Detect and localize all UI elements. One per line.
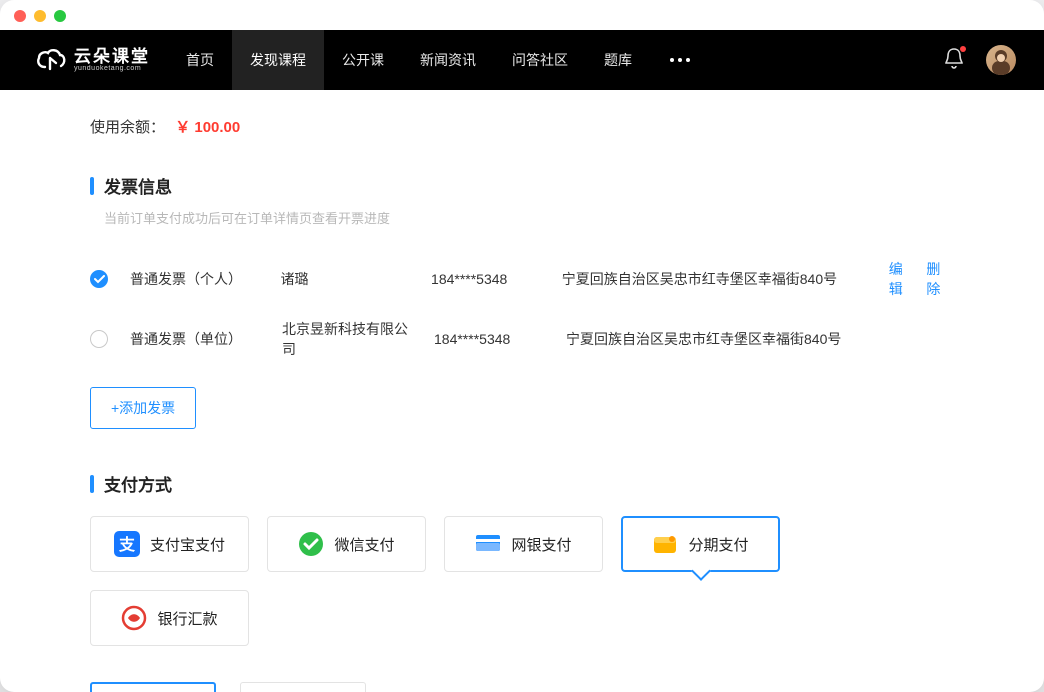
pay-method-unionpay[interactable]: 网银支付 (444, 516, 603, 572)
balance-amount: ￥ 100.00 (175, 119, 240, 136)
cloud-logo-icon (36, 47, 66, 73)
installment-tenors: 6期 12期 (90, 682, 954, 692)
pay-method-label: 网银支付 (511, 534, 571, 555)
mac-close-dot[interactable] (14, 10, 26, 22)
nav-item-4[interactable]: 问答社区 (494, 30, 586, 90)
invoice-delete-link[interactable]: 删除 (926, 259, 954, 299)
payment-methods: 支 支付宝支付 微信支付 网银支付 分期支付 银行汇款 (90, 516, 954, 646)
brand-logo[interactable]: 云朵课堂 yunduoketang.com (36, 47, 150, 73)
invoice-address: 宁夏回族自治区吴忠市红寺堡区幸福街840号 (566, 329, 871, 349)
invoice-radio[interactable] (90, 330, 108, 348)
balance-row: 使用余额： ￥ 100.00 (90, 116, 954, 137)
invoice-edit-link[interactable]: 编辑 (889, 259, 917, 299)
bank-icon (121, 605, 147, 631)
pay-method-installment[interactable]: 分期支付 (621, 516, 780, 572)
installment-icon (652, 531, 678, 557)
invoice-phone: 184****5348 (434, 331, 544, 347)
payment-section-title: 支付方式 (104, 471, 172, 496)
pay-method-wechat[interactable]: 微信支付 (267, 516, 426, 572)
add-invoice-button[interactable]: +添加发票 (90, 387, 196, 429)
invoice-list: 普通发票（个人） 诸璐 184****5348 宁夏回族自治区吴忠市红寺堡区幸福… (90, 249, 954, 369)
brand-name: 云朵课堂 (74, 48, 150, 65)
mac-zoom-dot[interactable] (54, 10, 66, 22)
invoice-section-sub: 当前订单支付成功后可在订单详情页查看开票进度 (104, 208, 954, 227)
section-accent-bar (90, 475, 94, 493)
invoice-type: 普通发票（个人） (130, 269, 259, 289)
nav-item-2[interactable]: 公开课 (324, 30, 402, 90)
payment-section-head: 支付方式 (90, 471, 954, 496)
notification-dot (960, 46, 966, 52)
alipay-icon: 支 (114, 531, 140, 557)
invoice-section-head: 发票信息 (90, 173, 954, 198)
invoice-name: 诸璐 (281, 269, 410, 289)
nav-item-0[interactable]: 首页 (168, 30, 232, 90)
pay-method-bank[interactable]: 银行汇款 (90, 590, 249, 646)
invoice-radio[interactable] (90, 270, 108, 288)
tenor-option[interactable]: 12期 (240, 682, 366, 692)
section-accent-bar (90, 177, 94, 195)
nav-more-icon[interactable] (650, 58, 710, 62)
invoice-section-title: 发票信息 (104, 173, 172, 198)
svg-text:支: 支 (118, 535, 136, 554)
notification-bell-icon[interactable] (944, 47, 964, 74)
main-nav: 首页发现课程公开课新闻资讯问答社区题库 (168, 30, 650, 90)
pay-method-label: 支付宝支付 (150, 534, 225, 555)
unionpay-icon (475, 531, 501, 557)
invoice-type: 普通发票（单位） (130, 329, 260, 349)
balance-label: 使用余额： (90, 119, 165, 136)
user-avatar[interactable] (986, 45, 1016, 75)
mac-minimize-dot[interactable] (34, 10, 46, 22)
mac-window-controls (14, 10, 66, 22)
invoice-actions: 编辑 删除 (889, 259, 954, 299)
wechat-icon (298, 531, 324, 557)
pay-method-label: 银行汇款 (157, 608, 217, 629)
tenor-option[interactable]: 6期 (90, 682, 216, 692)
nav-item-5[interactable]: 题库 (586, 30, 650, 90)
invoice-address: 宁夏回族自治区吴忠市红寺堡区幸福街840号 (562, 269, 867, 289)
brand-sub: yunduoketang.com (74, 65, 150, 72)
pay-method-alipay[interactable]: 支 支付宝支付 (90, 516, 249, 572)
nav-item-1[interactable]: 发现课程 (232, 30, 324, 90)
page-content: 使用余额： ￥ 100.00 发票信息 当前订单支付成功后可在订单详情页查看开票… (0, 90, 1044, 692)
pay-method-label: 分期支付 (688, 534, 748, 555)
invoice-name: 北京昱新科技有限公司 (282, 319, 412, 359)
invoice-phone: 184****5348 (431, 271, 540, 287)
nav-item-3[interactable]: 新闻资讯 (402, 30, 494, 90)
topbar: 云朵课堂 yunduoketang.com 首页发现课程公开课新闻资讯问答社区题… (0, 30, 1044, 90)
invoice-row: 普通发票（个人） 诸璐 184****5348 宁夏回族自治区吴忠市红寺堡区幸福… (90, 249, 954, 309)
pay-method-label: 微信支付 (334, 534, 394, 555)
invoice-row: 普通发票（单位） 北京昱新科技有限公司 184****5348 宁夏回族自治区吴… (90, 309, 954, 369)
